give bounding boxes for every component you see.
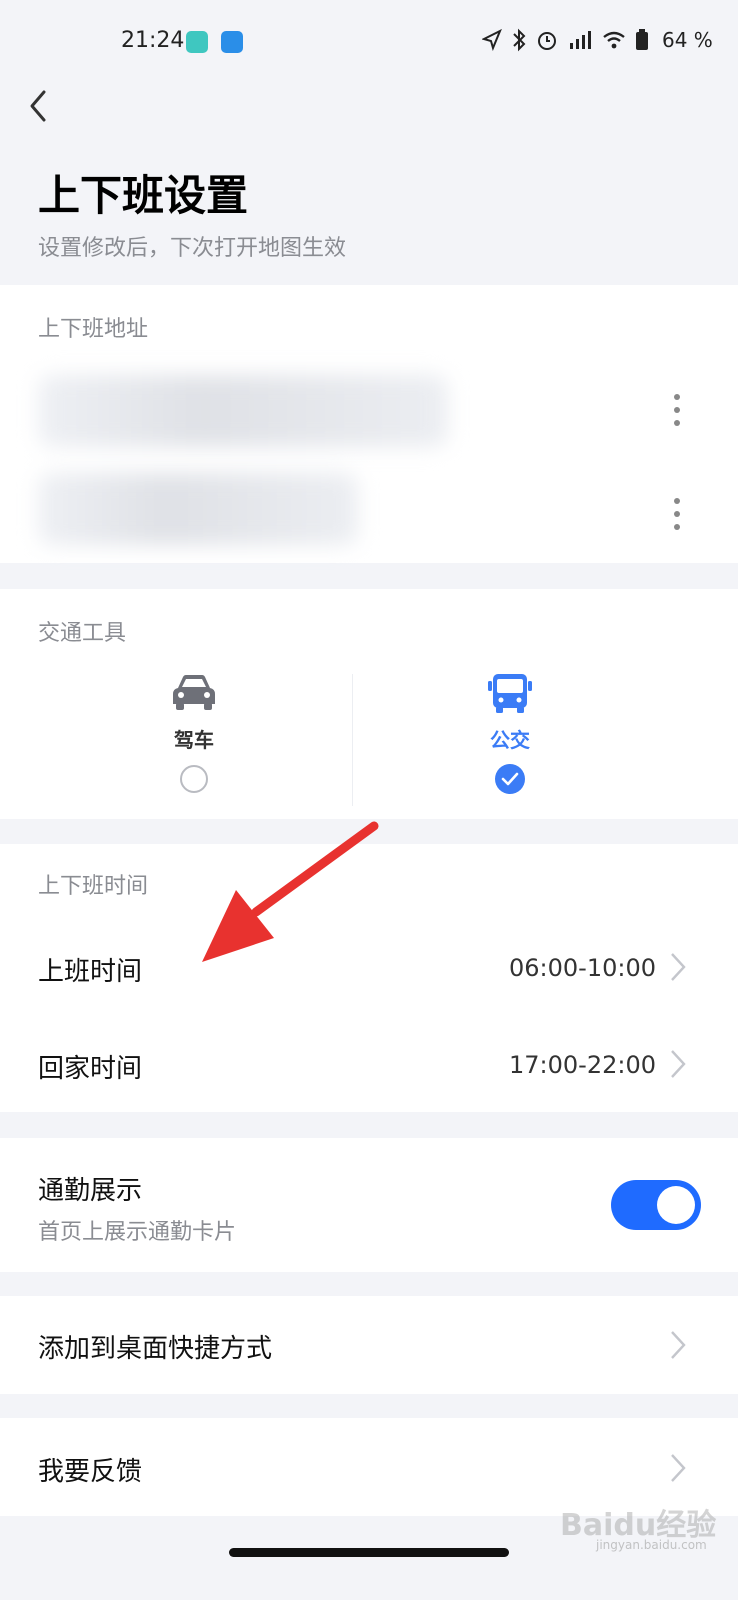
unchecked-radio-icon[interactable] — [178, 763, 210, 795]
bus-icon — [488, 674, 532, 713]
wifi-icon — [603, 31, 625, 49]
location-icon — [482, 29, 502, 51]
chevron-right-icon — [671, 1050, 686, 1078]
battery-percent: 64 % — [662, 28, 713, 52]
status-time: 21:24 — [121, 28, 185, 53]
home-time-label: 回家时间 — [38, 1054, 143, 1084]
signal-icon — [570, 31, 591, 49]
time-section-label: 上下班时间 — [38, 874, 149, 899]
work-time-label: 上班时间 — [38, 957, 143, 987]
navigation-app-icon — [186, 31, 208, 53]
chevron-right-icon — [671, 953, 686, 981]
chevron-right-icon — [671, 1331, 686, 1359]
mode-drive[interactable]: 驾车 — [154, 672, 234, 799]
status-bar: 21:24 64 % — [0, 0, 738, 86]
transport-section-label: 交通工具 — [38, 621, 127, 646]
commute-display-label: 通勤展示 — [38, 1176, 143, 1206]
bluetooth-icon — [513, 28, 526, 52]
shortcut-row[interactable]: 添加到桌面快捷方式 — [0, 1296, 738, 1394]
car-icon — [173, 675, 215, 710]
alarm-icon — [538, 32, 556, 50]
page-title: 上下班设置 — [38, 171, 249, 220]
work-address-more-icon[interactable] — [673, 497, 681, 531]
mode-bus[interactable]: 公交 — [470, 672, 550, 799]
status-icons — [482, 28, 648, 52]
commute-display-toggle[interactable] — [611, 1180, 701, 1230]
home-address-more-icon[interactable] — [673, 393, 681, 427]
page-subtitle: 设置修改后，下次打开地图生效 — [38, 236, 347, 261]
checked-radio-icon[interactable] — [494, 763, 526, 795]
home-time-value: 17:00-22:00 — [509, 1051, 656, 1079]
toggle-knob — [657, 1186, 695, 1224]
home-indicator[interactable] — [229, 1548, 509, 1557]
work-time-value: 06:00-10:00 — [509, 954, 656, 982]
work-address-row[interactable] — [38, 473, 358, 545]
mode-bus-label: 公交 — [490, 728, 530, 752]
home-address-row[interactable] — [38, 375, 448, 447]
feedback-label: 我要反馈 — [38, 1457, 143, 1487]
mode-drive-label: 驾车 — [174, 728, 214, 752]
transport-divider — [352, 674, 353, 806]
address-section-label: 上下班地址 — [38, 317, 149, 342]
shortcut-label: 添加到桌面快捷方式 — [38, 1334, 273, 1364]
address-card: 上下班地址 — [0, 285, 738, 563]
transport-card: 交通工具 — [0, 589, 738, 819]
chevron-right-icon — [671, 1454, 686, 1482]
k-app-icon — [221, 31, 243, 53]
commute-display-desc: 首页上展示通勤卡片 — [38, 1220, 237, 1245]
battery-icon — [636, 29, 648, 50]
back-icon[interactable] — [22, 86, 62, 126]
watermark-url: jingyan.baidu.com — [596, 1538, 707, 1552]
